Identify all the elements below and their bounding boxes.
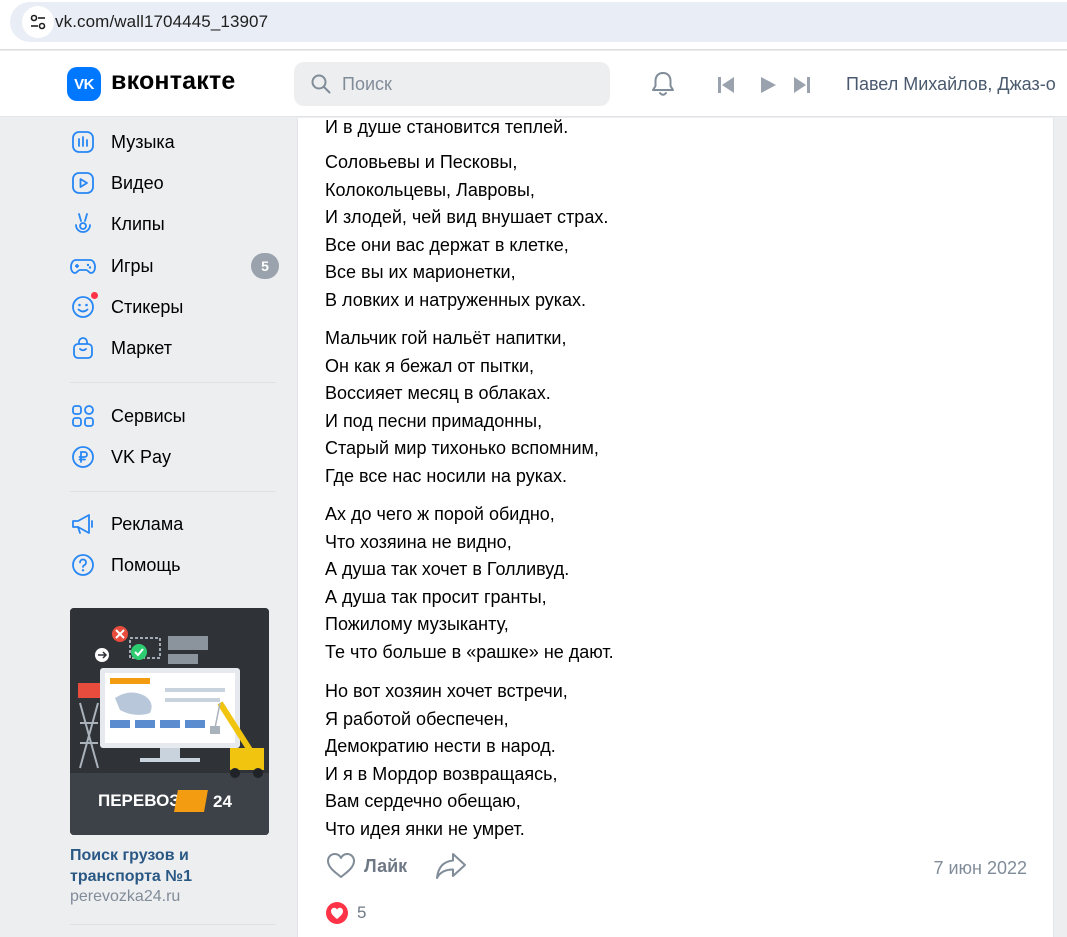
post-line: Вам сердечно обещаю, <box>325 791 521 812</box>
services-icon <box>70 403 96 429</box>
music-icon <box>70 129 96 155</box>
post-line: Колокольцевы, Лавровы, <box>325 179 535 200</box>
post-line: Воссияет месяц в облаках. <box>325 383 551 404</box>
ad-title-link[interactable]: Поиск грузов и транспорта №1 <box>70 845 270 887</box>
previous-track-icon[interactable] <box>717 76 735 94</box>
ad-domain[interactable]: perevozka24.ru <box>70 888 180 906</box>
sidebar-item-clips[interactable]: Клипы <box>70 206 285 242</box>
clips-icon <box>70 211 96 237</box>
sidebar-item-label: Помощь <box>111 554 181 575</box>
video-icon <box>70 170 96 196</box>
sidebar-item-services[interactable]: Сервисы <box>70 398 285 434</box>
post-line: Старый мир тихонько вспомним, <box>325 438 599 459</box>
sidebar-item-help[interactable]: Помощь <box>70 547 285 583</box>
sidebar-item-label: Видео <box>111 172 164 193</box>
play-icon[interactable] <box>759 76 777 94</box>
sidebar-item-label: Клипы <box>111 213 165 234</box>
vk-wordmark[interactable]: вконтакте <box>111 67 236 96</box>
post-line: И злодей, чей вид внушает страх. <box>325 207 609 228</box>
sidebar-item-video[interactable]: Видео <box>70 165 285 201</box>
post-stanza: Ах до чего ж порой обидно, Что хозяина не… <box>325 501 614 667</box>
post-card: И в душе становится теплей. Соловьевы и П… <box>297 117 1055 937</box>
post-line: Я работой обеспечен, <box>325 708 509 729</box>
sidebar-item-vkpay[interactable]: VK Pay <box>70 439 285 475</box>
left-sidebar: Музыка Видео Клипы Игры 5 Стикеры Маркет <box>0 118 296 937</box>
post-line: Что хозяина не видно, <box>325 531 512 552</box>
post-line: Где все нас носили на руках. <box>325 465 567 486</box>
post-stanza: Мальчик гой нальёт напитки, Он как я бежа… <box>325 325 599 491</box>
bell-icon[interactable] <box>648 69 678 99</box>
post-line: И в душе становится теплей. <box>325 117 569 137</box>
sidebar-item-label: Игры <box>111 255 154 276</box>
post-line: В ловких и натруженных руках. <box>325 289 587 310</box>
search-input[interactable] <box>342 62 602 106</box>
post-line: А душа так хочет в Голливуд. <box>325 559 570 580</box>
url-field[interactable]: vk.com/wall1704445_13907 <box>10 2 1067 42</box>
post-stanza: И в душе становится теплей. <box>325 114 568 142</box>
games-count-badge: 5 <box>251 253 279 279</box>
ad-illustration: ПЕРЕВОЗКА 24 <box>70 608 269 835</box>
sidebar-item-market[interactable]: Маркет <box>70 330 285 366</box>
sidebar-divider <box>70 382 276 383</box>
sidebar-item-label: Музыка <box>111 131 175 152</box>
ad-image[interactable]: ПЕРЕВОЗКА 24 <box>70 608 269 835</box>
sidebar-item-label: Реклама <box>111 513 184 534</box>
post-stanza: Но вот хозяин хочет встречи, Я работой об… <box>325 678 568 844</box>
like-button[interactable]: Лайк <box>326 852 407 880</box>
sidebar-divider <box>70 924 276 925</box>
post-line: Все они вас держат в клетке, <box>325 234 569 255</box>
share-icon[interactable] <box>435 852 467 880</box>
vk-header: VK вконтакте Павел Михайлов, Джаз-о <box>0 51 1067 117</box>
ad-brand-number: 24 <box>213 792 232 811</box>
post-line: Демократию нести в народ. <box>325 736 556 757</box>
post-line: Мальчик гой нальёт напитки, <box>325 328 567 348</box>
unread-dot <box>90 291 99 300</box>
sidebar-item-stickers[interactable]: Стикеры <box>70 289 285 325</box>
post-stanza: Соловьевы и Песковы, Колокольцевы, Лавров… <box>325 149 608 315</box>
reaction-count: 5 <box>357 903 367 922</box>
like-label: Лайк <box>364 856 408 876</box>
post-line: Те что больше в «рашке» не дают. <box>325 641 614 662</box>
post-line: Но вот хозяин хочет встречи, <box>325 681 568 701</box>
sidebar-item-label: Стикеры <box>111 296 184 317</box>
sidebar-divider <box>70 491 276 492</box>
post-line: Ах до чего ж порой обидно, <box>325 504 555 524</box>
post-line: Что идея янки не умрет. <box>325 818 525 839</box>
post-line: Все вы их марионетки, <box>325 262 516 283</box>
post-footer: Лайк 7 июн 2022 <box>298 848 1055 888</box>
now-playing-track[interactable]: Павел Михайлов, Джаз-о <box>846 74 1067 95</box>
url-text[interactable]: vk.com/wall1704445_13907 <box>55 12 268 32</box>
sidebar-item-games[interactable]: Игры 5 <box>70 248 285 284</box>
help-icon <box>70 552 96 578</box>
post-line: И я в Мордор возвращаясь, <box>325 763 558 784</box>
market-icon <box>70 335 96 361</box>
next-track-icon[interactable] <box>793 76 811 94</box>
post-date[interactable]: 7 июн 2022 <box>933 858 1027 879</box>
vkpay-icon <box>70 444 96 470</box>
heart-reaction-icon <box>326 902 348 924</box>
browser-address-bar: vk.com/wall1704445_13907 <box>0 0 1067 50</box>
search-icon <box>311 74 331 94</box>
vk-logo-glyph: VK <box>74 75 94 93</box>
search-box[interactable] <box>294 62 610 106</box>
heart-outline-icon <box>327 853 355 878</box>
post-line: А душа так просит гранты, <box>325 586 547 607</box>
sidebar-item-label: VK Pay <box>111 446 172 467</box>
reactions-summary[interactable]: 5 <box>325 901 366 925</box>
post-line: Соловьевы и Песковы, <box>325 152 518 172</box>
sidebar-item-label: Сервисы <box>111 405 186 426</box>
vk-logo-icon[interactable]: VK <box>67 67 101 101</box>
post-line: И под песни примадонны, <box>325 410 543 431</box>
games-icon <box>70 253 96 279</box>
sidebar-item-label: Маркет <box>111 337 172 358</box>
sidebar-item-ads[interactable]: Реклама <box>70 506 285 542</box>
post-line: Пожилому музыканту, <box>325 614 509 635</box>
stickers-icon <box>70 291 99 320</box>
ads-icon <box>70 511 96 537</box>
post-line: Он как я бежал от пытки, <box>325 355 535 376</box>
sidebar-item-music[interactable]: Музыка <box>70 124 285 160</box>
site-settings-icon[interactable] <box>22 6 54 38</box>
